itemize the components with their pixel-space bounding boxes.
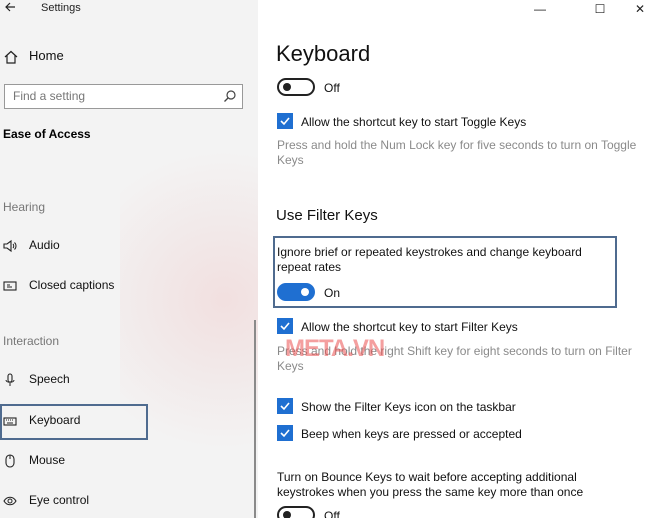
section-title: Ease of Access: [3, 127, 91, 141]
sidebar-item-label: Closed captions: [29, 278, 115, 292]
filter-keys-beep-label: Beep when keys are pressed or accepted: [301, 427, 522, 441]
speaker-icon: [3, 239, 17, 253]
watermark: META.VN: [285, 335, 385, 362]
close-button[interactable]: ✕: [632, 2, 648, 18]
bounce-keys-state: Off: [324, 509, 340, 518]
sidebar: Settings Home Find a setting Ease of Acc…: [0, 0, 258, 518]
toggle-keys-switch[interactable]: [277, 78, 315, 96]
back-arrow-icon[interactable]: [4, 0, 18, 18]
maximize-button[interactable]: ☐: [592, 2, 608, 18]
sidebar-scrollbar[interactable]: [254, 320, 256, 518]
sidebar-item-audio[interactable]: Audio: [0, 229, 258, 263]
keyboard-icon: [3, 414, 17, 428]
captions-icon: [3, 279, 17, 293]
home-icon: [4, 50, 18, 64]
sidebar-item-eye-control[interactable]: Eye control: [0, 484, 258, 518]
group-label-interaction: Interaction: [3, 334, 60, 348]
minimize-button[interactable]: —: [532, 2, 548, 18]
microphone-icon: [3, 373, 17, 387]
sidebar-item-label: Mouse: [29, 453, 66, 467]
filter-keys-beep-checkbox[interactable]: [277, 425, 293, 441]
filter-keys-state: On: [324, 286, 341, 300]
sidebar-item-label: Eye control: [29, 493, 90, 507]
filter-keys-heading: Use Filter Keys: [276, 207, 378, 224]
bounce-keys-label: Turn on Bounce Keys to wait before accep…: [277, 470, 584, 499]
filter-keys-show-icon-checkbox[interactable]: [277, 398, 293, 414]
toggle-keys-shortcut-desc: Press and hold the Num Lock key for five…: [277, 138, 637, 167]
sidebar-item-speech[interactable]: Speech: [0, 363, 258, 397]
filter-keys-shortcut-label: Allow the shortcut key to start Filter K…: [301, 320, 518, 334]
search-placeholder: Find a setting: [13, 89, 86, 103]
filter-keys-shortcut-checkbox[interactable]: [277, 318, 293, 334]
sidebar-item-label: Audio: [29, 238, 60, 252]
page-title: Keyboard: [276, 41, 371, 66]
filter-keys-switch[interactable]: [277, 283, 315, 301]
toggle-keys-shortcut-checkbox[interactable]: [277, 113, 293, 129]
group-label-hearing: Hearing: [3, 200, 46, 214]
search-icon[interactable]: [223, 89, 237, 103]
filter-keys-show-icon-label: Show the Filter Keys icon on the taskbar: [301, 400, 516, 414]
sidebar-item-mouse[interactable]: Mouse: [0, 444, 258, 478]
home-label: Home: [29, 48, 64, 63]
mouse-icon: [3, 454, 17, 468]
bounce-keys-switch[interactable]: [277, 506, 315, 518]
toggle-keys-state: Off: [324, 81, 340, 95]
app-title: Settings: [41, 2, 81, 14]
sidebar-item-keyboard[interactable]: Keyboard: [0, 404, 258, 440]
sidebar-item-closed-captions[interactable]: Closed captions: [0, 269, 258, 303]
toggle-keys-shortcut-label: Allow the shortcut key to start Toggle K…: [301, 115, 527, 129]
eye-icon: [3, 494, 17, 508]
sidebar-item-label: Keyboard: [29, 413, 81, 427]
filter-keys-ignore-label: Ignore brief or repeated keystrokes and …: [277, 245, 582, 274]
main-content: — ☐ ✕ Keyboard Off Allow the shortcut ke…: [258, 0, 650, 518]
search-input[interactable]: Find a setting: [4, 84, 243, 109]
sidebar-item-label: Speech: [29, 372, 70, 386]
